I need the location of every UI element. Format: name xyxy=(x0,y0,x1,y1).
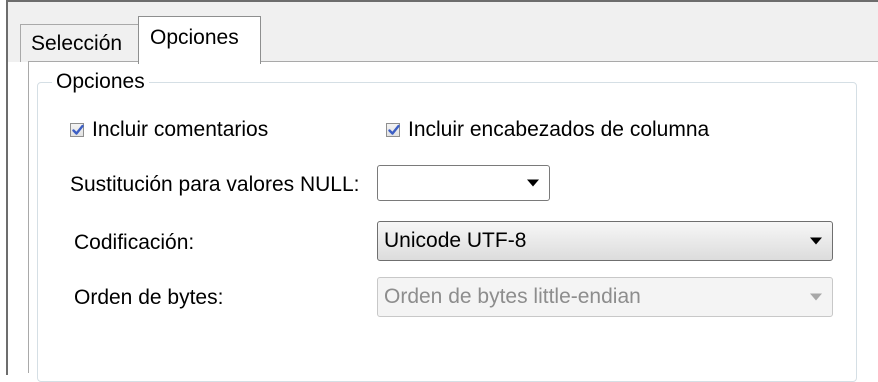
chevron-down-icon[interactable] xyxy=(810,237,822,245)
tab-opciones-label: Opciones xyxy=(150,26,239,49)
byte-order-label: Orden de bytes: xyxy=(74,286,224,309)
tab-seleccion[interactable]: Selección xyxy=(20,24,140,62)
include-headers-label: Incluir encabezados de columna xyxy=(408,118,710,141)
include-headers-checkbox-row[interactable]: Incluir encabezados de columna xyxy=(386,118,709,142)
encoding-select[interactable]: Unicode UTF-8 xyxy=(377,221,833,261)
encoding-value: Unicode UTF-8 xyxy=(384,229,527,252)
check-icon xyxy=(72,124,84,135)
tab-seleccion-label: Selección xyxy=(31,32,123,55)
tab-opciones[interactable]: Opciones xyxy=(138,16,261,64)
byte-order-value: Orden de bytes little-endian xyxy=(384,285,641,308)
encoding-label: Codificación: xyxy=(74,231,195,254)
groupbox-title: Opciones xyxy=(52,70,149,94)
include-comments-label: Incluir comentarios xyxy=(92,118,269,141)
chevron-down-icon[interactable] xyxy=(527,179,539,187)
include-comments-checkbox-row[interactable]: Incluir comentarios xyxy=(70,118,268,142)
check-icon xyxy=(388,124,400,135)
include-comments-checkbox[interactable] xyxy=(70,123,84,137)
chevron-down-icon xyxy=(810,293,822,301)
byte-order-select: Orden de bytes little-endian xyxy=(377,277,833,317)
null-substitution-combobox[interactable] xyxy=(377,165,550,201)
null-substitution-label: Sustitución para valores NULL: xyxy=(70,173,360,196)
include-headers-checkbox[interactable] xyxy=(386,123,400,137)
